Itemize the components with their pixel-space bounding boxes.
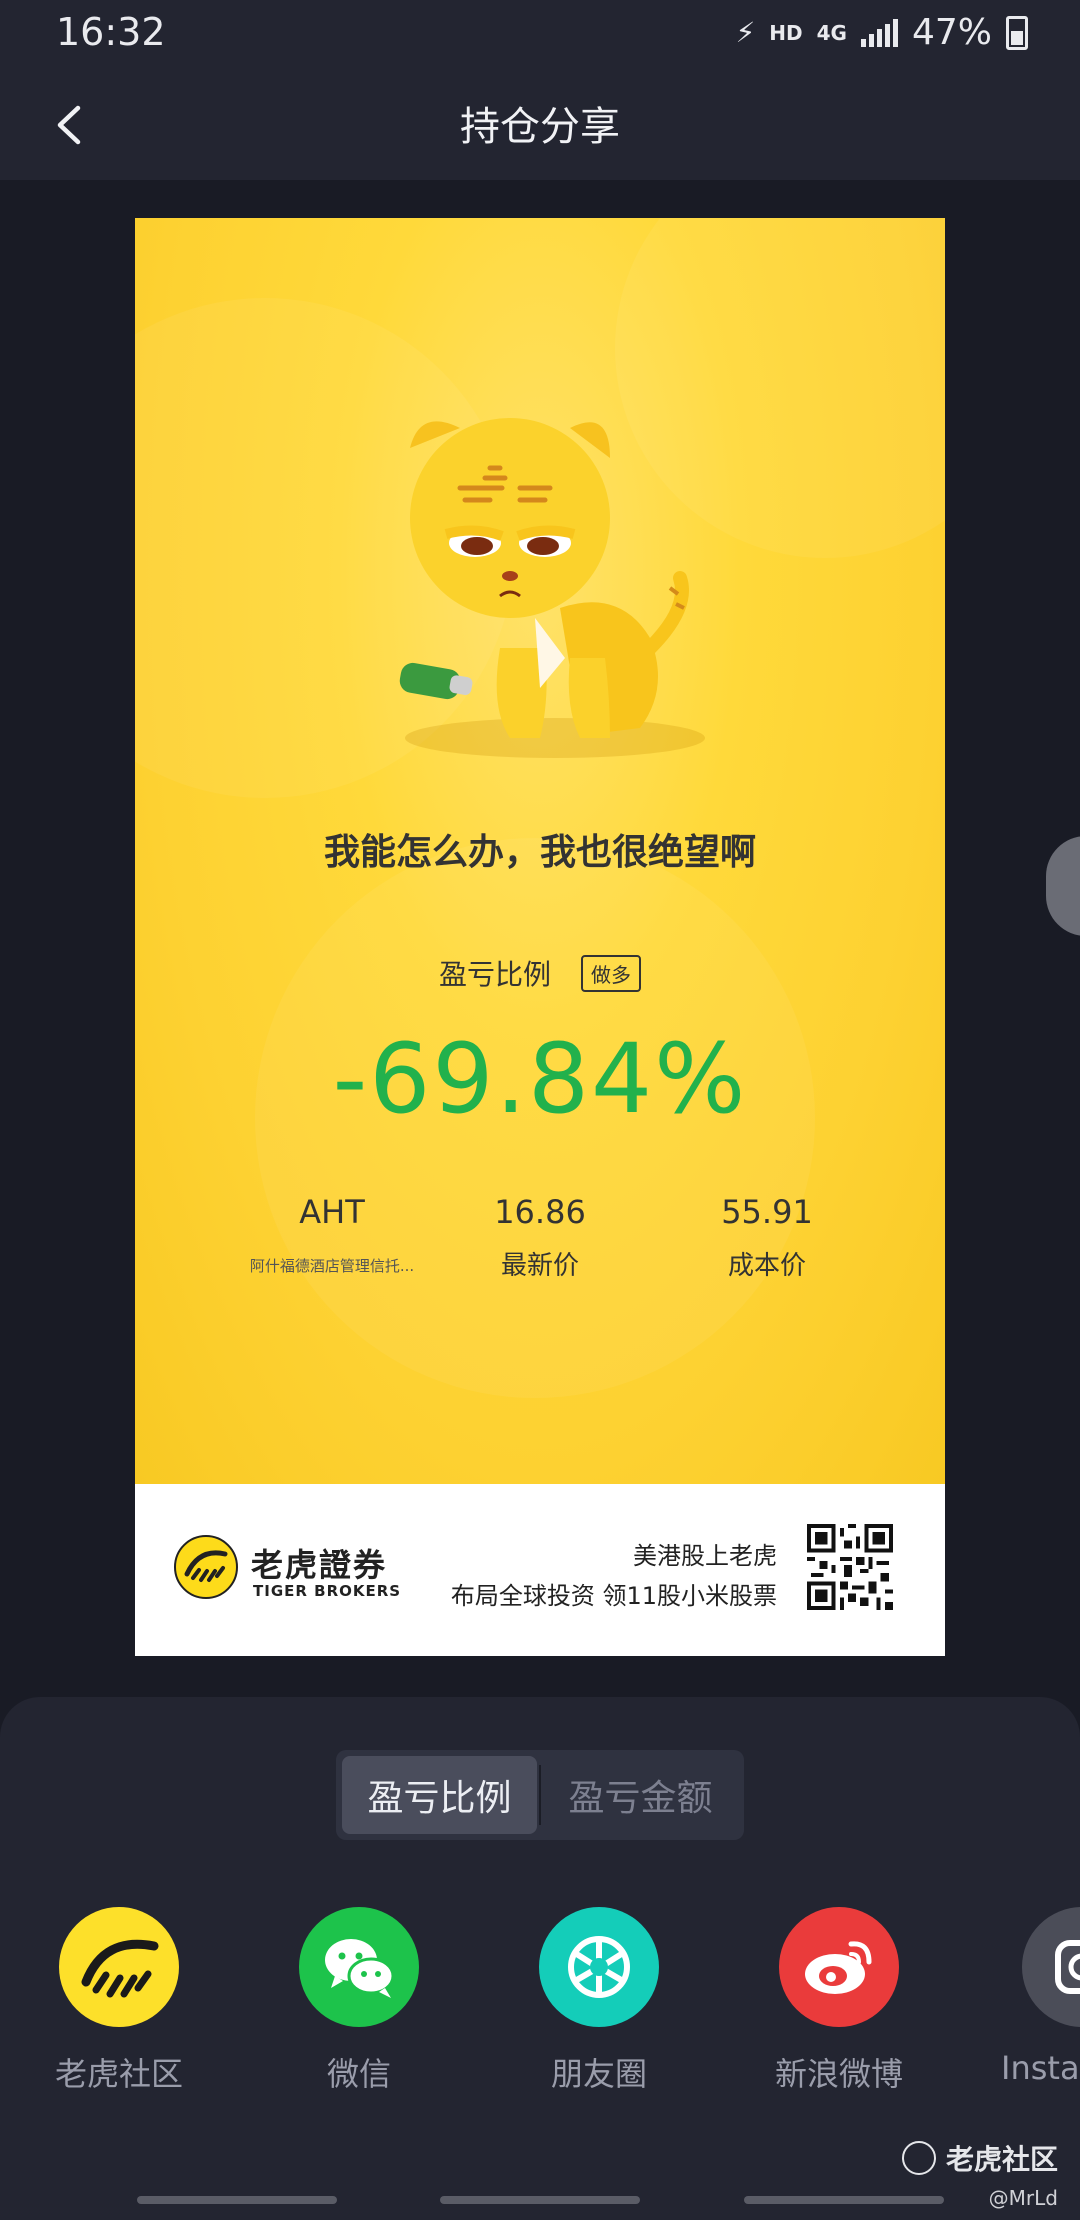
gesture-bar-center[interactable] (440, 2196, 640, 2204)
wechat-icon (299, 1907, 419, 2027)
tiger-mascot-icon (399, 418, 705, 758)
toggle-divider (539, 1765, 541, 1825)
stock-info: AHT 阿什福德酒店管理信托... (222, 1193, 442, 1276)
share-wechat[interactable]: 微信 (259, 1907, 459, 2095)
share-label: 朋友圈 (550, 2055, 647, 2093)
stock-name: 阿什福德酒店管理信托... (249, 1257, 415, 1275)
status-time: 16:32 (56, 10, 166, 54)
toggle-ratio-option[interactable]: 盈亏比例 (342, 1756, 537, 1834)
position-direction-badge: 做多 (581, 954, 641, 992)
card-background: 我能怎么办，我也很绝望啊 盈亏比例 做多 -69.84% AHT 阿什福德酒店管… (135, 218, 945, 1484)
share-targets: 老虎社区 微信 朋友圈 新浪微博 Insta (0, 1907, 1080, 2107)
share-tiger-community[interactable]: 老虎社区 (19, 1907, 219, 2095)
gesture-bar-left (137, 2196, 337, 2204)
gesture-bar-right (744, 2196, 944, 2204)
promo-line-1: 美港股上老虎 (633, 1542, 777, 1570)
tiger-brokers-logo-icon (174, 1535, 238, 1599)
metric-toggle: 盈亏比例 盈亏金额 (336, 1750, 744, 1840)
cost-price-label: 成本价 (727, 1251, 806, 1281)
brand-name-en: TIGER BROKERS (253, 1582, 402, 1600)
page-title: 持仓分享 (460, 104, 620, 150)
ratio-value: -69.84% (332, 1023, 748, 1135)
share-label: Instagram (1001, 2049, 1080, 2087)
watermark: 老虎社区 (901, 2138, 1058, 2178)
latest-price-value: 16.86 (494, 1193, 586, 1231)
tiger-community-icon (59, 1907, 179, 2027)
share-card: 我能怎么办，我也很绝望啊 盈亏比例 做多 -69.84% AHT 阿什福德酒店管… (135, 218, 945, 1656)
floating-edge-button[interactable] (1046, 836, 1080, 936)
hd-indicator: HD (769, 20, 803, 45)
flash-charge-icon: ⚡ (735, 16, 756, 49)
status-bar: 16:32 ⚡ HD 4G 47% (0, 0, 1080, 70)
share-label: 微信 (326, 2055, 391, 2093)
weibo-icon (779, 1907, 899, 2027)
share-label: 新浪微博 (774, 2055, 903, 2093)
ratio-row: 盈亏比例 做多 (135, 953, 945, 993)
cost-price: 55.91 成本价 (657, 1193, 877, 1282)
instagram-icon (1022, 1907, 1080, 2027)
share-weibo[interactable]: 新浪微博 (739, 1907, 939, 2095)
stock-stats: AHT 阿什福德酒店管理信托... 16.86 最新价 55.91 成本价 (135, 1193, 945, 1313)
toggle-amount-option[interactable]: 盈亏金额 (543, 1756, 738, 1834)
share-label: 老虎社区 (54, 2055, 183, 2093)
battery-icon (1006, 15, 1028, 50)
stock-symbol: AHT (299, 1193, 365, 1231)
promo-line-2: 布局全球投资 领11股小米股票 (450, 1582, 777, 1610)
nav-bar: 持仓分享 (0, 70, 1080, 180)
signal-icon (860, 18, 898, 47)
battery-percent: 47% (911, 12, 992, 53)
network-4g-indicator: 4G (816, 20, 847, 45)
cost-price-value: 55.91 (721, 1193, 813, 1231)
brand-name-cn: 老虎證券 (251, 1546, 388, 1584)
status-icons: ⚡ HD 4G 47% (736, 12, 1028, 53)
moments-icon (539, 1907, 659, 2027)
share-moments[interactable]: 朋友圈 (499, 1907, 699, 2095)
qr-code-icon (807, 1524, 893, 1610)
watermark-text: 老虎社区 (945, 2143, 1058, 2176)
latest-price-label: 最新价 (500, 1251, 579, 1281)
slogan-text: 我能怎么办，我也很绝望啊 (323, 832, 756, 873)
gesture-bar (0, 2196, 1080, 2204)
share-instagram[interactable]: Instagram (979, 1907, 1080, 2087)
ratio-label: 盈亏比例 (438, 958, 551, 991)
latest-price: 16.86 最新价 (430, 1193, 650, 1282)
card-footer: 老虎證券 TIGER BROKERS 美港股上老虎 布局全球投资 领11股小米股… (135, 1484, 945, 1656)
tiger-community-watermark-icon (901, 2141, 936, 2175)
